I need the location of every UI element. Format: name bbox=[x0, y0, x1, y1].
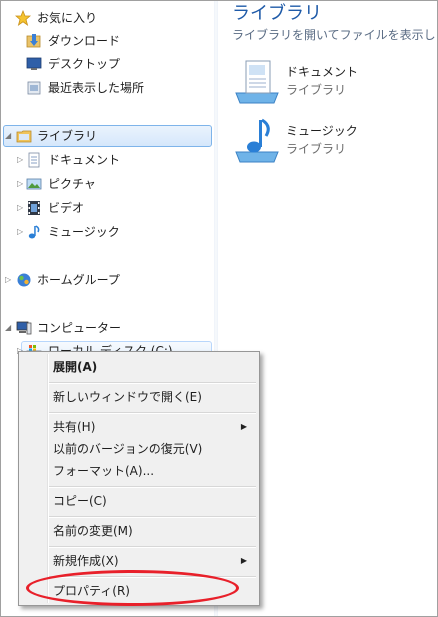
menu-item-format[interactable]: フォーマット(A)... bbox=[53, 460, 154, 482]
nav-item-downloads[interactable]: ダウンロード bbox=[1, 30, 211, 52]
submenu-arrow-icon: ▶ bbox=[240, 556, 247, 565]
expand-arrow-icon[interactable]: ▷ bbox=[17, 173, 23, 195]
nav-item-label: ビデオ bbox=[48, 201, 85, 215]
menu-item-new[interactable]: 新規作成(X) bbox=[53, 550, 119, 572]
nav-item-music[interactable]: ▷ ミュージック bbox=[1, 221, 211, 243]
nav-item-pictures[interactable]: ▷ ピクチャ bbox=[1, 173, 211, 195]
library-kind: ライブラリ bbox=[286, 142, 347, 156]
explorer-window: お気に入り ダウンロード デスクトップ 最近表示した場所 ◢ ライブラリ ▷ ド… bbox=[0, 0, 438, 617]
library-folder-icon bbox=[16, 130, 32, 143]
nav-libraries-label: ライブラリ bbox=[37, 129, 98, 143]
nav-item-label: ピクチャ bbox=[48, 177, 96, 191]
highlight-oval bbox=[26, 570, 239, 606]
menu-gutter bbox=[47, 354, 49, 603]
nav-favorites[interactable]: お気に入り bbox=[1, 7, 211, 29]
homegroup-icon bbox=[17, 273, 31, 287]
menu-separator bbox=[49, 516, 256, 518]
menu-separator bbox=[49, 412, 256, 414]
nav-homegroup[interactable]: ▷ ホームグループ bbox=[1, 269, 211, 291]
collapse-arrow-icon[interactable]: ◢ bbox=[5, 125, 11, 147]
nav-item-recent-places[interactable]: 最近表示した場所 bbox=[1, 77, 211, 99]
library-kind: ライブラリ bbox=[286, 83, 347, 97]
nav-item-label: ドキュメント bbox=[48, 153, 121, 167]
collapse-arrow-icon[interactable]: ◢ bbox=[5, 317, 11, 339]
context-menu: 展開(A) 新しいウィンドウで開く(E) 共有(H) ▶ 以前のバージョンの復元… bbox=[18, 351, 260, 606]
nav-item-desktop[interactable]: デスクトップ bbox=[1, 53, 211, 75]
expand-arrow-icon[interactable]: ▷ bbox=[17, 149, 23, 171]
library-item-music[interactable]: ミュージック ライブラリ bbox=[232, 116, 432, 168]
computer-icon bbox=[16, 321, 32, 335]
nav-item-label: デスクトップ bbox=[48, 57, 121, 71]
recent-places-icon bbox=[27, 81, 41, 95]
library-name: ドキュメント bbox=[286, 65, 359, 79]
menu-item-open-new-window[interactable]: 新しいウィンドウで開く(E) bbox=[53, 386, 202, 408]
menu-separator bbox=[49, 382, 256, 384]
nav-item-label: ダウンロード bbox=[48, 34, 121, 48]
nav-item-label: ミュージック bbox=[48, 225, 120, 239]
library-name: ミュージック bbox=[286, 124, 358, 138]
music-library-icon bbox=[235, 118, 279, 163]
video-icon bbox=[28, 201, 40, 215]
nav-favorites-label: お気に入り bbox=[37, 11, 98, 25]
expand-arrow-icon[interactable]: ▷ bbox=[5, 269, 11, 291]
menu-item-restore-previous[interactable]: 以前のバージョンの復元(V) bbox=[53, 438, 202, 460]
menu-separator bbox=[49, 546, 256, 548]
page-title: ライブラリ bbox=[232, 3, 322, 24]
desktop-icon bbox=[26, 57, 42, 70]
picture-icon bbox=[26, 178, 42, 190]
library-item-documents[interactable]: ドキュメント ライブラリ bbox=[232, 57, 432, 109]
document-icon bbox=[28, 152, 40, 168]
menu-separator bbox=[49, 486, 256, 488]
nav-item-videos[interactable]: ▷ ビデオ bbox=[1, 197, 211, 219]
documents-library-icon bbox=[235, 60, 279, 104]
music-icon bbox=[28, 225, 40, 239]
menu-item-share[interactable]: 共有(H) bbox=[53, 416, 95, 438]
download-folder-icon bbox=[26, 34, 41, 48]
nav-computer[interactable]: ◢ コンピューター bbox=[1, 317, 211, 339]
nav-item-documents[interactable]: ▷ ドキュメント bbox=[1, 149, 211, 171]
menu-item-copy[interactable]: コピー(C) bbox=[53, 490, 107, 512]
nav-homegroup-label: ホームグループ bbox=[37, 273, 120, 287]
submenu-arrow-icon: ▶ bbox=[240, 422, 247, 431]
star-icon bbox=[15, 10, 31, 26]
page-subtitle: ライブラリを開いてファイルを表示し bbox=[232, 28, 436, 42]
nav-libraries[interactable]: ◢ ライブラリ bbox=[1, 125, 211, 147]
expand-arrow-icon[interactable]: ▷ bbox=[17, 221, 23, 243]
menu-item-expand[interactable]: 展開(A) bbox=[53, 356, 97, 378]
menu-item-rename[interactable]: 名前の変更(M) bbox=[53, 520, 133, 542]
nav-computer-label: コンピューター bbox=[37, 321, 122, 335]
nav-item-label: 最近表示した場所 bbox=[48, 81, 145, 95]
expand-arrow-icon[interactable]: ▷ bbox=[17, 197, 23, 219]
